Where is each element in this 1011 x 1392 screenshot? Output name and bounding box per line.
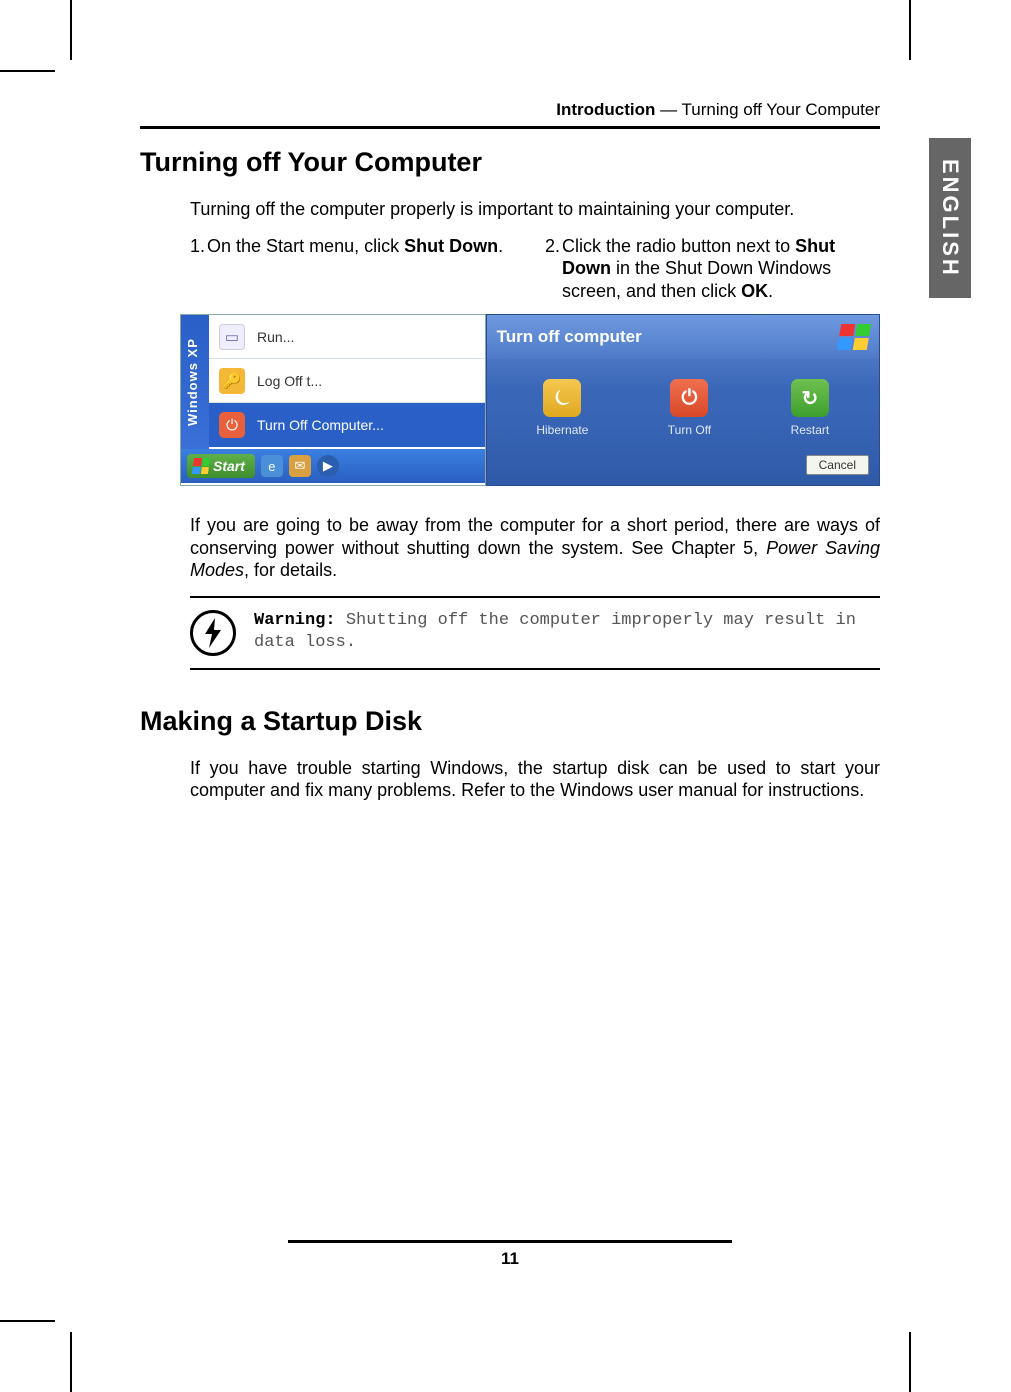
warning-callout: Warning: Shutting off the computer impro… <box>190 596 880 670</box>
crop-mark <box>909 1332 911 1392</box>
explorer-icon[interactable]: ✉ <box>289 455 311 477</box>
step1-pre: On the Start menu, click <box>207 236 404 256</box>
menu-label-turnoff: Turn Off Computer... <box>257 417 384 433</box>
startup-disk-paragraph: If you have trouble starting Windows, th… <box>190 757 880 802</box>
page-footer: 11 <box>140 1240 880 1269</box>
step-number: 2. <box>545 235 562 303</box>
dialog-footer: Cancel <box>487 449 879 485</box>
logoff-icon: 🔑 <box>219 368 245 394</box>
turnoff-icon: ⏻ <box>670 379 708 417</box>
crop-mark <box>70 1332 72 1392</box>
running-header: Introduction — Turning off Your Computer <box>140 100 880 129</box>
windows-flag-icon <box>192 458 210 474</box>
start-menu-sidebar: Windows XP <box>181 315 209 449</box>
warning-body: Shutting off the computer improperly may… <box>254 611 856 653</box>
step1-bold: Shut Down <box>404 236 498 256</box>
header-separator: — <box>655 100 681 119</box>
label-hibernate: Hibernate <box>536 423 588 437</box>
header-chapter: Introduction <box>556 100 655 119</box>
menu-item-run[interactable]: ▭ Run... <box>209 315 485 359</box>
screenshot-turnoff-dialog: Turn off computer ⏾ Hibernate ⏻ Turn Off… <box>486 314 880 486</box>
ie-icon[interactable]: e <box>261 455 283 477</box>
screenshot-start-menu: Windows XP ▭ Run... 🔑 Log Off t... ⏻ Tur… <box>180 314 486 486</box>
step1-post: . <box>498 236 503 256</box>
media-player-icon[interactable]: ▶ <box>317 455 339 477</box>
dialog-title: Turn off computer <box>497 327 642 347</box>
step-number: 1. <box>190 235 207 303</box>
after-screenshots-paragraph: If you are going to be away from the com… <box>190 514 880 582</box>
taskbar: Start e ✉ ▶ <box>181 449 485 483</box>
hibernate-icon: ⏾ <box>543 379 581 417</box>
menu-item-turnoff[interactable]: ⏻ Turn Off Computer... <box>209 403 485 447</box>
option-hibernate[interactable]: ⏾ Hibernate <box>536 379 588 437</box>
menu-label-logoff: Log Off t... <box>257 373 322 389</box>
dialog-body: ⏾ Hibernate ⏻ Turn Off ↻ Restart <box>487 359 879 449</box>
page-number: 11 <box>140 1249 880 1269</box>
step2-bold2: OK <box>741 281 768 301</box>
start-label: Start <box>213 458 245 474</box>
page-content: Introduction — Turning off Your Computer… <box>140 100 880 816</box>
steps-row: 1. On the Start menu, click Shut Down. 2… <box>190 235 880 303</box>
lightning-icon <box>190 610 236 656</box>
start-button[interactable]: Start <box>187 454 255 478</box>
restart-icon: ↻ <box>791 379 829 417</box>
screenshot-row: Windows XP ▭ Run... 🔑 Log Off t... ⏻ Tur… <box>180 314 880 486</box>
header-section: Turning off Your Computer <box>682 100 880 119</box>
step2-post: . <box>768 281 773 301</box>
crop-mark <box>909 0 911 60</box>
cancel-button[interactable]: Cancel <box>806 455 869 475</box>
crop-mark <box>70 0 72 60</box>
warning-text: Warning: Shutting off the computer impro… <box>254 610 880 656</box>
label-restart: Restart <box>791 423 830 437</box>
windows-flag-icon <box>837 324 872 350</box>
step-2: 2. Click the radio button next to Shut D… <box>545 235 880 303</box>
run-icon: ▭ <box>219 324 245 350</box>
step2-pre: Click the radio button next to <box>562 236 795 256</box>
step-text: On the Start menu, click Shut Down. <box>207 235 525 303</box>
footer-rule <box>288 1240 732 1243</box>
step-1: 1. On the Start menu, click Shut Down. <box>190 235 525 303</box>
step-text: Click the radio button next to Shut Down… <box>562 235 880 303</box>
language-tab: ENGLISH <box>929 138 971 298</box>
after-post: , for details. <box>244 560 337 580</box>
crop-mark <box>0 1320 55 1322</box>
option-turnoff[interactable]: ⏻ Turn Off <box>668 379 711 437</box>
intro-paragraph: Turning off the computer properly is imp… <box>190 198 880 221</box>
section-title-startup-disk: Making a Startup Disk <box>140 706 880 737</box>
section-title-turning-off: Turning off Your Computer <box>140 147 880 178</box>
menu-label-run: Run... <box>257 329 294 345</box>
warning-label: Warning: <box>254 611 336 630</box>
menu-item-logoff[interactable]: 🔑 Log Off t... <box>209 359 485 403</box>
dialog-titlebar: Turn off computer <box>487 315 879 359</box>
label-turnoff: Turn Off <box>668 423 711 437</box>
crop-mark <box>0 70 55 72</box>
option-restart[interactable]: ↻ Restart <box>791 379 830 437</box>
power-icon: ⏻ <box>219 412 245 438</box>
